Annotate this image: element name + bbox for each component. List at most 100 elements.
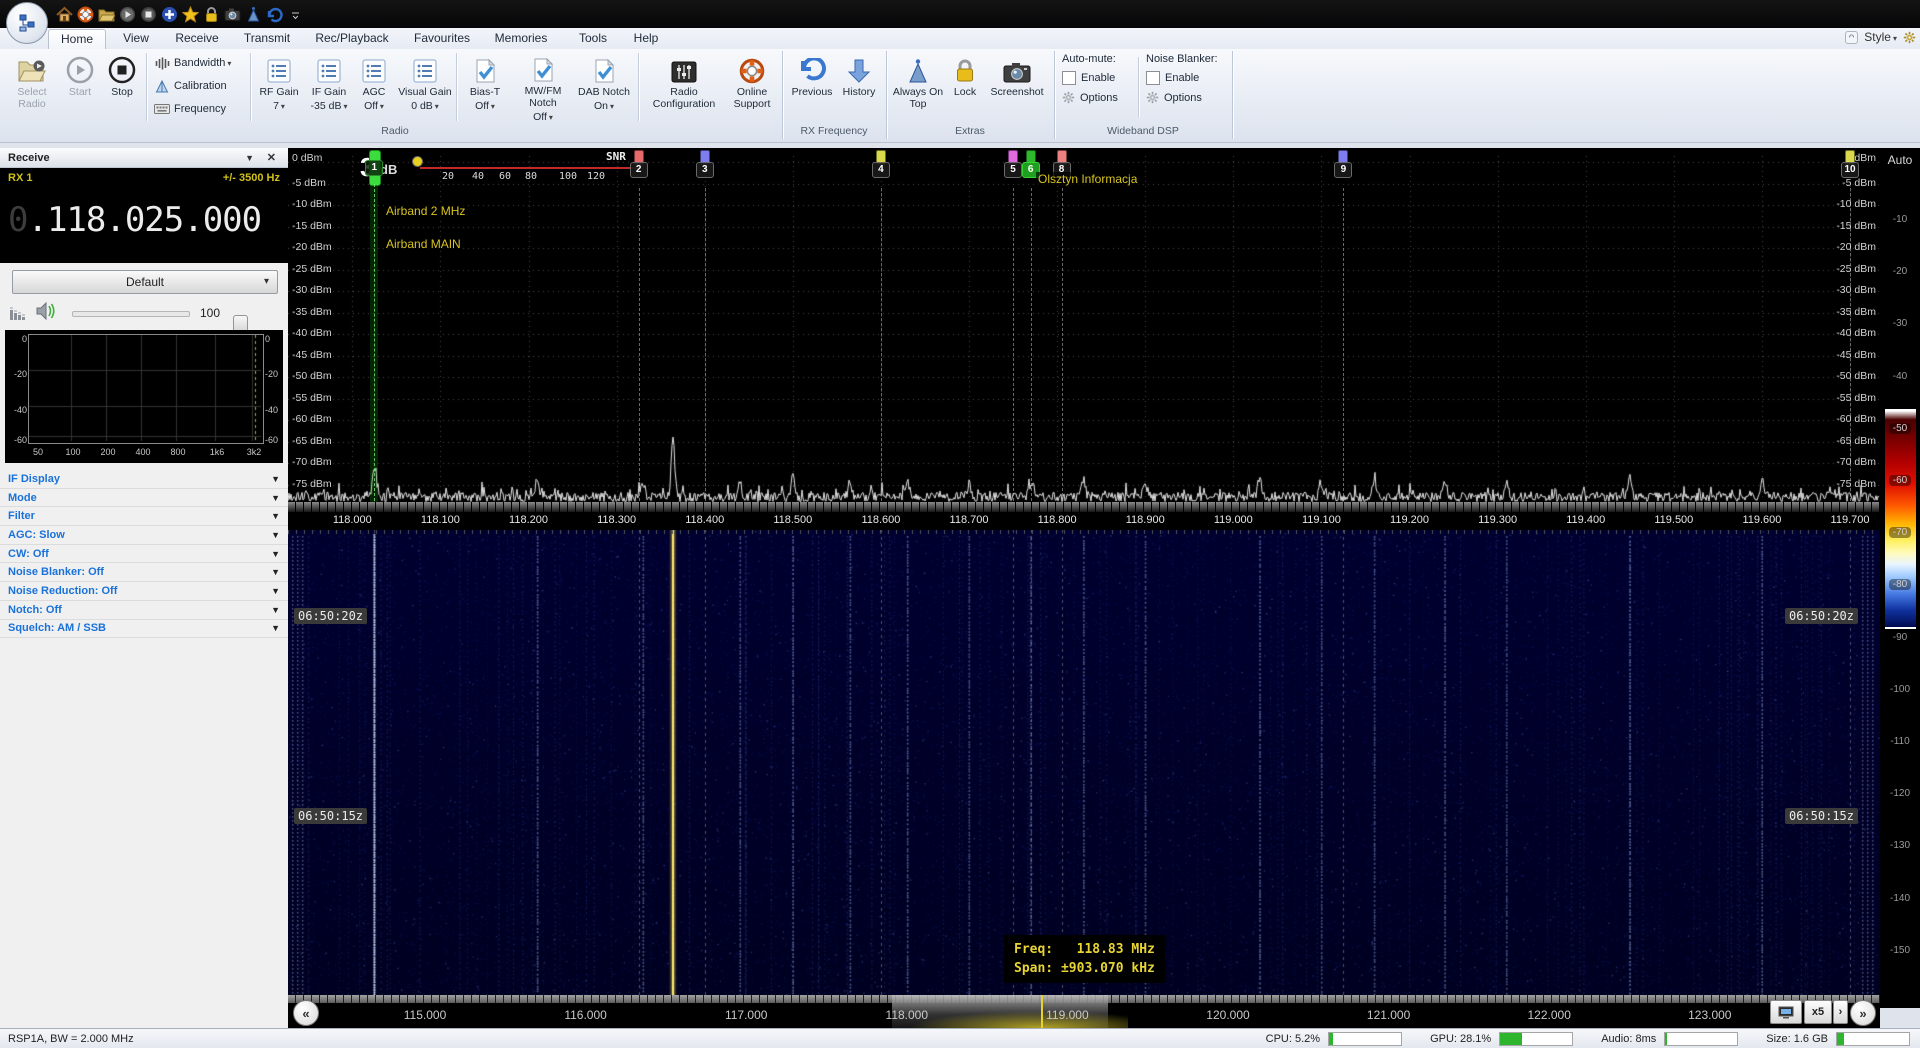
tab-receive[interactable]: Receive <box>166 29 228 48</box>
marker-badge[interactable]: 9 <box>1334 162 1353 178</box>
support-icon[interactable] <box>76 5 94 23</box>
gain-button-if-gain[interactable]: IF Gain -35 dB <box>306 52 352 124</box>
play-icon[interactable] <box>118 5 136 23</box>
zoom-factor-button[interactable]: x5 <box>1804 1000 1832 1024</box>
select-radio-button[interactable]: Select Radio <box>8 52 56 124</box>
calibration-button[interactable]: Calibration <box>154 76 246 96</box>
tab-memories[interactable]: Memories <box>486 29 556 48</box>
chevron-down-icon[interactable]: ▼ <box>271 586 280 596</box>
tab-tools[interactable]: Tools <box>568 29 618 48</box>
stop-icon[interactable] <box>139 5 157 23</box>
tab-help[interactable]: Help <box>624 29 668 48</box>
always-on-top-button[interactable]: Always On Top <box>892 52 944 124</box>
chevron-down-icon[interactable]: ▼ <box>271 605 280 615</box>
dbm-tick-left: -35 dBm <box>292 306 332 318</box>
zoom-expand-button[interactable]: › <box>1833 1000 1848 1024</box>
history-button[interactable]: History <box>838 52 880 124</box>
equalizer-icon[interactable] <box>10 304 28 320</box>
chevron-down-icon[interactable]: ▼ <box>271 549 280 559</box>
previous-button[interactable]: Previous <box>788 52 836 124</box>
chevron-down-icon[interactable]: ▼ <box>271 567 280 577</box>
marker-badge[interactable]: 4 <box>871 162 890 178</box>
settings-gear-icon[interactable] <box>1903 31 1916 44</box>
gain-name: AGC <box>362 86 386 98</box>
tab-rec-playback[interactable]: Rec/Playback <box>306 29 398 48</box>
favourites-icon[interactable] <box>181 5 199 23</box>
bandwidth-button[interactable]: Bandwidth <box>154 53 246 73</box>
dsp-item-agc-slow[interactable]: AGC: Slow ▼ <box>0 526 288 545</box>
start-button[interactable]: Start <box>60 52 100 124</box>
collapse-ribbon-icon[interactable]: ᴖ <box>1844 30 1859 44</box>
marker-badge[interactable]: 2 <box>629 162 648 178</box>
scroll-left-button[interactable]: « <box>293 1000 319 1026</box>
gain-button-rf-gain[interactable]: RF Gain 7 <box>256 52 302 124</box>
gain-button-visual-gain[interactable]: Visual Gain 0 dB <box>398 52 452 124</box>
dsp-item-squelch-am-ssb[interactable]: Squelch: AM / SSB ▼ <box>0 619 288 639</box>
dsp-item-cw-off[interactable]: CW: Off ▼ <box>0 544 288 564</box>
dsp-item-noise-reduction-off[interactable]: Noise Reduction: Off ▼ <box>0 582 288 601</box>
marker-badge[interactable]: 10 <box>1841 162 1860 178</box>
panel-dropdown-icon[interactable]: ▼ <box>245 148 254 168</box>
checkbox[interactable] <box>1146 71 1160 85</box>
group-label-extras: Extras <box>955 125 985 137</box>
tab-home[interactable]: Home <box>48 29 106 49</box>
stop-button[interactable]: Stop <box>102 52 142 124</box>
enable-checkbox-row[interactable]: Enable <box>1146 71 1224 85</box>
radio-configuration-button[interactable]: Radio Configuration <box>644 52 724 124</box>
tab-favourites[interactable]: Favourites <box>404 29 480 48</box>
gain-button-agc[interactable]: AGC Off <box>354 52 394 124</box>
chevron-down-icon[interactable]: ▼ <box>271 623 280 633</box>
band-navigation-bar[interactable]: 115.000 116.000 117.000 118.000 119.000 120.0… <box>288 995 1880 1028</box>
lock-button[interactable]: Lock <box>948 52 982 124</box>
home-icon[interactable] <box>55 5 73 23</box>
switch-name: DAB Notch <box>578 86 630 98</box>
undo-icon[interactable] <box>265 5 283 23</box>
dsp-item-mode[interactable]: Mode ▼ <box>0 488 288 508</box>
preset-dropdown[interactable]: Default <box>12 270 278 294</box>
tab-view[interactable]: View <box>112 29 160 48</box>
open-folder-icon[interactable] <box>97 5 115 23</box>
options-row[interactable]: Options <box>1146 91 1224 104</box>
volume-slider[interactable] <box>72 311 248 336</box>
display-mode-button[interactable] <box>1770 1000 1802 1024</box>
palette-gradient-bar[interactable] <box>1885 409 1916 629</box>
screenshot-icon[interactable] <box>223 5 241 23</box>
dsp-item-notch-off[interactable]: Notch: Off ▼ <box>0 600 288 620</box>
chevron-down-icon[interactable]: ▼ <box>271 474 280 484</box>
frequency-button[interactable]: Frequency <box>154 99 246 119</box>
speaker-icon[interactable] <box>36 302 56 320</box>
add-icon[interactable] <box>160 5 178 23</box>
tab-transmit[interactable]: Transmit <box>234 29 300 48</box>
dbm-tick-right: -70 dBm <box>1836 456 1876 468</box>
app-menu-orb[interactable] <box>6 2 48 44</box>
dsp-item-noise-blanker-off[interactable]: Noise Blanker: Off ▼ <box>0 563 288 583</box>
marker-badge[interactable]: 3 <box>695 162 714 178</box>
scroll-right-button[interactable]: » <box>1850 1000 1876 1026</box>
receive-panel-header[interactable]: Receive ▼ ✕ <box>0 148 288 168</box>
switch-button-bias-t[interactable]: Bias-T Off <box>462 52 508 124</box>
switch-button-mw-fm-notch[interactable]: MW/FM Notch Off <box>512 52 574 124</box>
tuned-frequency-value[interactable]: 0.118.025.000 <box>8 200 282 240</box>
lock-icon[interactable] <box>202 5 220 23</box>
marker-badge[interactable]: 5 <box>1004 162 1023 178</box>
waterfall-display[interactable]: 06:50:20z 06:50:20z 06:50:15z 06:50:15z Fre… <box>288 530 1880 995</box>
checkbox[interactable] <box>1062 71 1076 85</box>
chevron-down-icon[interactable]: ▼ <box>271 530 280 540</box>
antenna-icon[interactable] <box>244 5 262 23</box>
switch-button-dab-notch[interactable]: DAB Notch On <box>576 52 632 124</box>
marker-badge[interactable]: 1 <box>365 160 384 176</box>
online-support-button[interactable]: Online Support <box>726 52 778 124</box>
palette-auto-button[interactable]: Auto <box>1884 153 1916 170</box>
panel-close-icon[interactable]: ✕ <box>267 148 276 168</box>
enable-checkbox-row[interactable]: Enable <box>1062 71 1140 85</box>
style-menu[interactable]: Style <box>1864 30 1897 44</box>
dsp-item-if-display[interactable]: IF Display ▼ <box>0 470 288 489</box>
chevron-down-icon[interactable]: ▼ <box>271 511 280 521</box>
chevron-down-icon[interactable]: ▼ <box>271 493 280 503</box>
dsp-item-filter[interactable]: Filter ▼ <box>0 507 288 527</box>
spectrum-display[interactable]: 0 dBm 3 dB SNR 20406080100120 -5 dBm-10 … <box>288 148 1880 530</box>
more-icon[interactable] <box>286 5 304 23</box>
options-row[interactable]: Options <box>1062 91 1140 104</box>
screenshot-button[interactable]: Screenshot <box>986 52 1048 124</box>
frequency-tooltip: Freq: 118.83 MHz Span: ±903.070 kHz <box>1004 935 1165 983</box>
